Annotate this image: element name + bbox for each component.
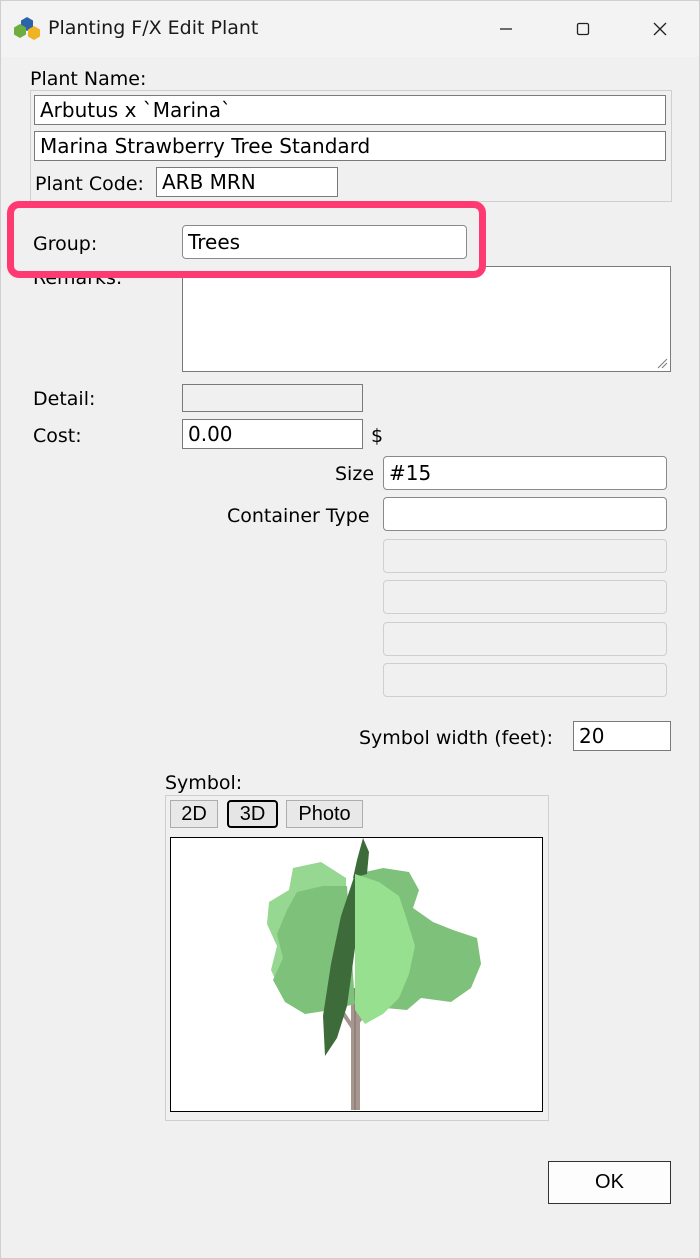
title-bar: Planting F/X Edit Plant: [1, 1, 699, 57]
container-type-input[interactable]: [383, 497, 667, 531]
container-extra-field[interactable]: [383, 539, 667, 573]
ok-button[interactable]: OK: [548, 1161, 671, 1204]
group-input[interactable]: Trees: [182, 225, 467, 259]
tab-3d[interactable]: 3D: [227, 800, 278, 828]
minimize-icon: [500, 28, 512, 30]
plant-name-input[interactable]: Arbutus x `Marina`: [34, 95, 666, 125]
symbol-width-input[interactable]: 20: [573, 721, 671, 751]
detail-input[interactable]: [182, 384, 363, 412]
size-input[interactable]: #15: [383, 456, 667, 490]
plant-code-input[interactable]: ARB MRN: [156, 167, 338, 197]
maximize-icon: [576, 22, 590, 36]
cost-label: Cost:: [33, 425, 82, 447]
group-label: Group:: [33, 233, 98, 255]
container-extra-field[interactable]: [383, 622, 667, 656]
symbol-label: Symbol:: [165, 772, 243, 794]
detail-label: Detail:: [33, 388, 96, 410]
size-label: Size: [335, 463, 375, 485]
maximize-button[interactable]: [544, 1, 622, 57]
plant-name-label: Plant Name:: [30, 68, 147, 90]
tree-3d-icon: [267, 838, 481, 1110]
remarks-textarea[interactable]: [182, 266, 671, 372]
cost-unit: $: [371, 425, 384, 447]
common-name-input[interactable]: Marina Strawberry Tree Standard: [34, 131, 666, 161]
cost-input[interactable]: 0.00: [182, 419, 363, 449]
minimize-button[interactable]: [467, 1, 545, 57]
tab-2d[interactable]: 2D: [170, 800, 218, 828]
plant-code-label: Plant Code:: [35, 173, 144, 195]
tab-photo[interactable]: Photo: [286, 800, 363, 828]
resize-grip-icon[interactable]: [656, 357, 668, 369]
planting-fx-app-icon: [14, 17, 40, 40]
container-type-label: Container Type: [227, 505, 370, 527]
symbol-preview: [170, 837, 543, 1112]
close-button[interactable]: [621, 1, 699, 57]
container-extra-field[interactable]: [383, 580, 667, 614]
container-extra-field[interactable]: [383, 663, 667, 697]
close-icon: [653, 22, 667, 36]
window-title: Planting F/X Edit Plant: [48, 17, 259, 39]
symbol-width-label: Symbol width (feet):: [359, 727, 553, 749]
edit-plant-dialog: Planting F/X Edit Plant Plant Name: Arbu…: [0, 0, 700, 1259]
